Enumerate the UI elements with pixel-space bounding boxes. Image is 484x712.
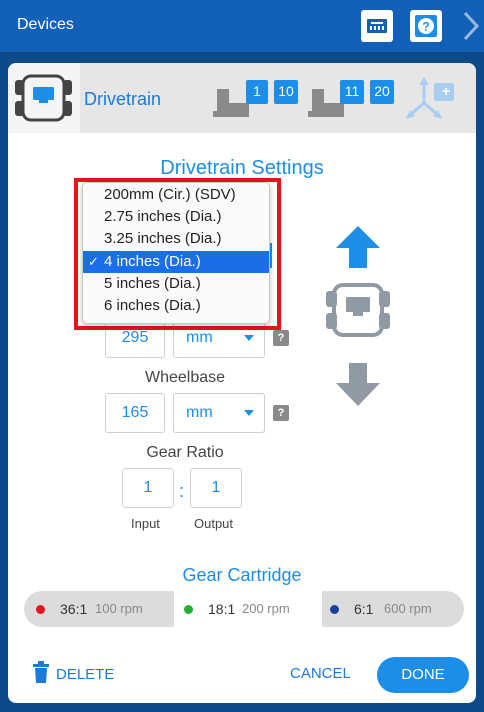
port-badge: 10 xyxy=(274,80,298,104)
robot-icon xyxy=(326,283,390,337)
cartridge-color-dot xyxy=(36,605,45,614)
brain-port-icon xyxy=(367,19,387,33)
cartridge-option-6-1[interactable]: 6:1 600 rpm xyxy=(322,591,464,627)
port-badge: 11 xyxy=(340,80,364,104)
dropdown-option[interactable]: 6 inches (Dia.) xyxy=(83,295,269,317)
option-label: 5 inches (Dia.) xyxy=(104,275,201,292)
chevron-down-icon xyxy=(244,335,254,341)
wheelbase-label: Wheelbase xyxy=(144,369,226,386)
wheelbase-help-icon[interactable]: ? xyxy=(273,405,289,421)
gear-cartridge-title: Gear Cartridge xyxy=(182,565,302,585)
top-bar: Devices ? xyxy=(0,0,484,52)
done-button[interactable]: DONE xyxy=(377,657,469,693)
dropdown-option[interactable]: 3.25 inches (Dia.) xyxy=(83,228,269,250)
gyro-port-label: + xyxy=(442,83,451,99)
gear-ratio-output-label: Output xyxy=(194,516,234,531)
delete-label: DELETE xyxy=(56,666,115,683)
option-label: 6 inches (Dia.) xyxy=(104,297,201,314)
help-icon: ? xyxy=(415,15,437,37)
cartridge-rpm: 200 rpm xyxy=(242,601,290,616)
dropdown-option[interactable]: 200mm (Cir.) (SDV) xyxy=(83,184,269,206)
gear-cartridge-selector: 36:1 100 rpm 18:1 200 rpm 6:1 600 rpm xyxy=(24,591,464,627)
track-width-help-icon[interactable]: ? xyxy=(273,330,289,346)
svg-text:?: ? xyxy=(422,20,429,34)
tab-label-drivetrain: Drivetrain xyxy=(84,89,162,109)
help-button[interactable]: ? xyxy=(410,10,442,42)
gear-ratio-input-label: Input xyxy=(131,516,160,531)
forward-arrow-icon[interactable] xyxy=(336,226,380,268)
drivetrain-panel: Drivetrain 1 10 11 20 + Drivetrain Setti… xyxy=(8,63,476,703)
option-label: 4 inches (Dia.) xyxy=(104,253,201,270)
wheelbase-unit-value: mm xyxy=(186,404,213,421)
wheel-size-dropdown: 200mm (Cir.) (SDV) 2.75 inches (Dia.) 3.… xyxy=(82,182,270,324)
tab-drivetrain[interactable] xyxy=(8,63,80,133)
gear-ratio-input-field[interactable]: 1 xyxy=(122,468,174,508)
gear-ratio-label: Gear Ratio xyxy=(146,444,224,461)
left-motor-icon[interactable] xyxy=(211,85,251,121)
trash-icon xyxy=(33,661,49,683)
option-label: 200mm (Cir.) (SDV) xyxy=(104,186,236,203)
gear-ratio-output-field[interactable]: 1 xyxy=(190,468,242,508)
gyro-icon[interactable] xyxy=(404,75,460,125)
device-tab-row: Drivetrain 1 10 11 20 + xyxy=(8,63,476,133)
wheelbase-input[interactable]: 165 xyxy=(105,393,165,433)
gear-ratio-separator: : xyxy=(179,481,185,501)
port-badge: 1 xyxy=(246,80,268,104)
wheelbase-unit-select[interactable]: mm xyxy=(173,393,265,433)
option-label: 2.75 inches (Dia.) xyxy=(104,208,222,225)
cartridge-color-dot xyxy=(330,605,339,614)
cartridge-rpm: 100 rpm xyxy=(95,601,143,616)
dropdown-option-selected[interactable]: ✓ 4 inches (Dia.) xyxy=(83,251,269,273)
drivetrain-preview xyxy=(326,226,390,406)
settings-title: Drivetrain Settings xyxy=(160,157,324,179)
cartridge-ratio: 6:1 xyxy=(354,601,374,617)
track-width-unit-value: mm xyxy=(186,329,213,346)
chevron-down-icon xyxy=(244,410,254,416)
cartridge-ratio: 36:1 xyxy=(60,601,88,617)
chevron-right-icon[interactable] xyxy=(460,10,482,42)
page-title: Devices xyxy=(17,16,74,33)
dropdown-option[interactable]: 5 inches (Dia.) xyxy=(83,273,269,295)
cartridge-ratio: 18:1 xyxy=(208,601,236,617)
port-badge: 20 xyxy=(370,80,394,104)
cartridge-rpm: 600 rpm xyxy=(384,601,432,616)
cartridge-option-36-1[interactable]: 36:1 100 rpm xyxy=(24,591,174,627)
brain-port-button[interactable] xyxy=(361,10,393,42)
cancel-button[interactable]: CANCEL xyxy=(290,665,351,682)
dropdown-option[interactable]: 2.75 inches (Dia.) xyxy=(83,206,269,228)
reverse-arrow-icon[interactable] xyxy=(336,363,380,406)
checkmark-icon: ✓ xyxy=(88,254,99,269)
cartridge-option-18-1[interactable]: 18:1 200 rpm xyxy=(174,591,322,627)
option-label: 3.25 inches (Dia.) xyxy=(104,230,222,247)
drivetrain-icon xyxy=(15,74,72,122)
cartridge-color-dot xyxy=(184,605,193,614)
